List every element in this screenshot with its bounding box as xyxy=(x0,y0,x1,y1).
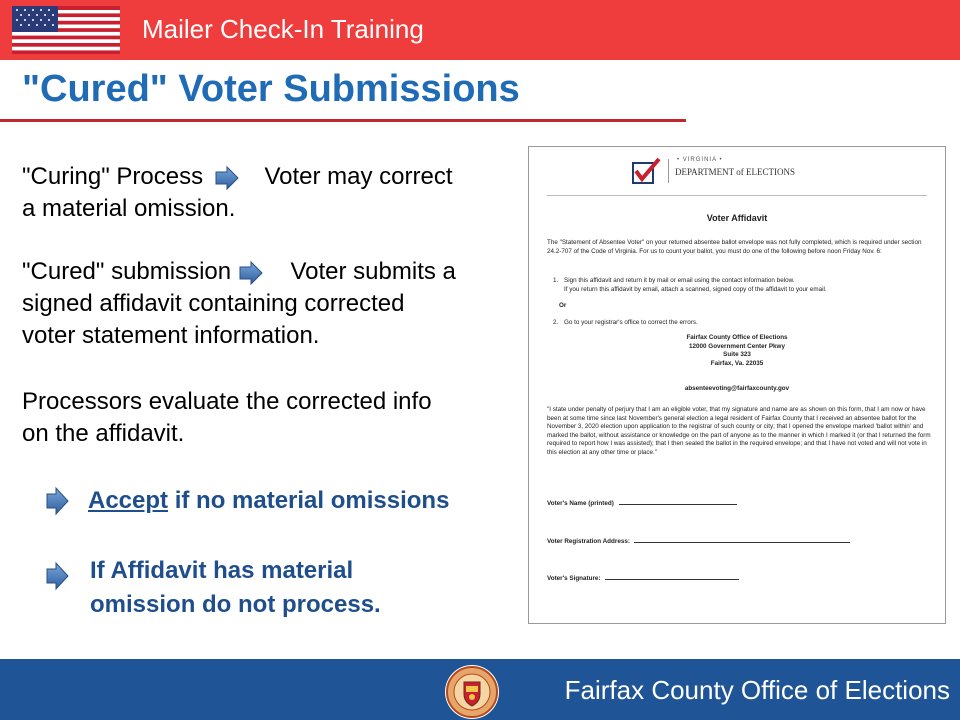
doc-step2-number: 2. xyxy=(553,319,559,326)
footer-org-name: Fairfax County Office of Elections xyxy=(564,675,950,705)
field-signature-label: Voter's Signature: xyxy=(547,575,601,582)
header-bar: Mailer Check-In Training xyxy=(0,0,960,60)
field-address-line xyxy=(633,542,850,543)
voter-affidavit-document: • VIRGINIA • DEPARTMENT of ELECTIONS Vot… xyxy=(528,146,946,624)
office-city: Fairfax, Va. 22035 xyxy=(710,359,764,367)
doc-step1-number: 1. xyxy=(553,277,559,284)
doc-header-rule xyxy=(547,195,927,196)
processors-line-1: Processors evaluate the corrected info xyxy=(22,388,432,415)
doc-title: Voter Affidavit xyxy=(706,213,768,223)
header-title: Mailer Check-In Training xyxy=(142,14,424,44)
arrow-right-icon xyxy=(46,486,69,516)
doc-step2: Go to your registrar's office to correct… xyxy=(564,319,698,326)
curing-desc: Voter may correct xyxy=(264,163,453,190)
office-street: 12000 Government Center Pkwy xyxy=(689,342,785,350)
doc-office-address: Fairfax County Office of Elections 12000… xyxy=(529,334,945,368)
slide-title: "Cured" Voter Submissions xyxy=(22,68,520,110)
cured-desc: Voter submits a xyxy=(290,258,456,285)
field-signature-line xyxy=(605,579,740,580)
title-divider xyxy=(0,119,686,122)
logo-divider xyxy=(668,159,669,183)
reject-rule-line-2: omission do not process. xyxy=(90,591,381,618)
arrow-right-icon xyxy=(239,260,263,285)
arrow-right-icon xyxy=(46,561,69,591)
field-address-label: Voter Registration Address: xyxy=(547,538,630,545)
accept-condition: if no material omissions xyxy=(168,487,450,514)
us-flag-icon xyxy=(12,6,120,54)
processors-line-2: on the affidavit. xyxy=(22,420,185,447)
field-name-label: Voter's Name (printed) xyxy=(547,500,614,507)
doc-email: absenteevoting@fairfaxcounty.gov xyxy=(684,385,790,392)
doc-field-signature: Voter's Signature: xyxy=(547,575,740,582)
logo-department: DEPARTMENT of ELECTIONS xyxy=(675,167,795,177)
accept-word: Accept xyxy=(88,487,169,514)
reject-rule-line-1: If Affidavit has material xyxy=(90,557,354,584)
logo-state: • VIRGINIA • xyxy=(677,157,723,163)
curing-line-1: "Curing" Process Voter may correct xyxy=(22,162,453,192)
office-name: Fairfax County Office of Elections xyxy=(686,334,788,341)
cured-line-3: voter statement information. xyxy=(22,322,320,349)
accept-rule: Accept if no material omissions xyxy=(88,486,449,516)
arrow-right-icon xyxy=(215,165,239,190)
curing-line-2: a material omission. xyxy=(22,195,236,222)
doc-field-name: Voter's Name (printed) xyxy=(547,500,737,507)
curing-term: "Curing" Process xyxy=(22,163,204,190)
cured-term: "Cured" submission xyxy=(22,258,232,285)
field-name-line xyxy=(618,504,737,505)
doc-or: Or xyxy=(559,302,567,309)
doc-field-address: Voter Registration Address: xyxy=(547,538,850,545)
cured-line-2: signed affidavit containing corrected xyxy=(22,290,405,317)
doc-step1: Sign this affidavit and return it by mai… xyxy=(564,277,795,284)
doc-intro: The "Statement of Absentee Voter" on you… xyxy=(547,239,922,255)
county-seal-icon xyxy=(445,665,499,719)
cured-line-1: "Cured" submission Voter submits a xyxy=(22,257,456,287)
office-suite: Suite 323 xyxy=(723,351,751,358)
doc-statement: "I state under penalty of perjury that I… xyxy=(547,406,931,456)
doc-step1-note: If you return this affidavit by email, a… xyxy=(564,286,827,293)
virginia-elections-logo-icon xyxy=(632,157,661,184)
